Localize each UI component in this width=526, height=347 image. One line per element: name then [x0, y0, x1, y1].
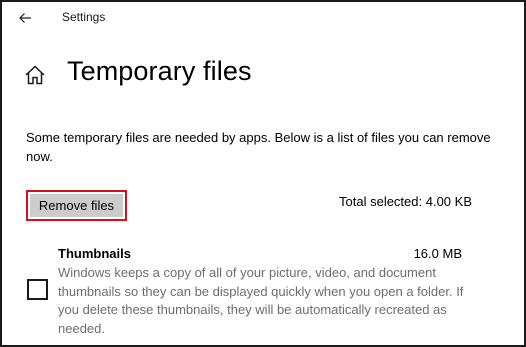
home-icon[interactable]	[24, 64, 46, 86]
thumbnails-checkbox[interactable]	[27, 279, 48, 300]
remove-files-button[interactable]: Remove files	[26, 190, 127, 221]
back-button[interactable]	[14, 7, 36, 29]
window-title: Settings	[62, 10, 106, 24]
category-name-thumbnails: Thumbnails	[58, 246, 131, 261]
title-bar: Settings	[2, 2, 524, 34]
back-arrow-icon	[19, 13, 31, 23]
settings-window: Settings Temporary files Some temporary …	[0, 0, 526, 347]
remove-files-label: Remove files	[30, 194, 123, 217]
category-size-thumbnails: 16.0 MB	[413, 246, 462, 261]
total-selected-text: Total selected: 4.00 KB	[339, 194, 472, 209]
category-description-thumbnails: Windows keeps a copy of all of your pict…	[58, 265, 464, 336]
page-title: Temporary files	[67, 56, 252, 86]
page-description: Some temporary files are needed by apps.…	[26, 130, 491, 164]
